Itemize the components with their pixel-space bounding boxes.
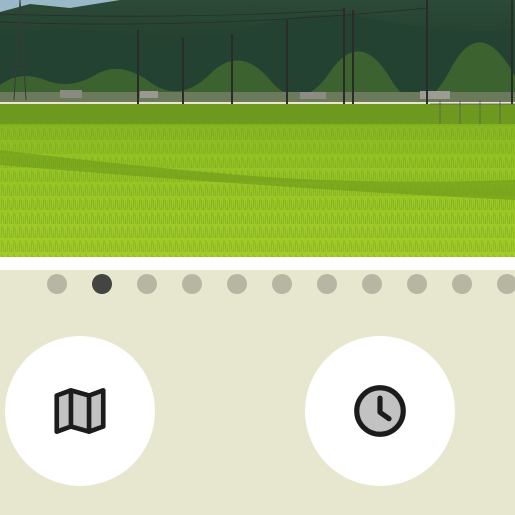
photo-divider bbox=[0, 257, 515, 270]
app-screen bbox=[0, 0, 515, 515]
clock-icon bbox=[354, 385, 406, 437]
page-dot[interactable] bbox=[317, 274, 337, 294]
map-icon bbox=[54, 388, 106, 434]
page-dot[interactable] bbox=[362, 274, 382, 294]
page-dot[interactable] bbox=[272, 274, 292, 294]
page-dot[interactable] bbox=[182, 274, 202, 294]
page-dot-active[interactable] bbox=[92, 274, 112, 294]
page-dot[interactable] bbox=[497, 274, 515, 294]
map-button[interactable] bbox=[5, 336, 155, 486]
scenery-photo bbox=[0, 0, 515, 257]
page-dot[interactable] bbox=[227, 274, 247, 294]
rice-field-image bbox=[0, 0, 515, 257]
page-dot[interactable] bbox=[407, 274, 427, 294]
page-dot[interactable] bbox=[47, 274, 67, 294]
page-dot[interactable] bbox=[137, 274, 157, 294]
history-button[interactable] bbox=[305, 336, 455, 486]
page-indicator bbox=[0, 272, 515, 296]
page-dot[interactable] bbox=[452, 274, 472, 294]
